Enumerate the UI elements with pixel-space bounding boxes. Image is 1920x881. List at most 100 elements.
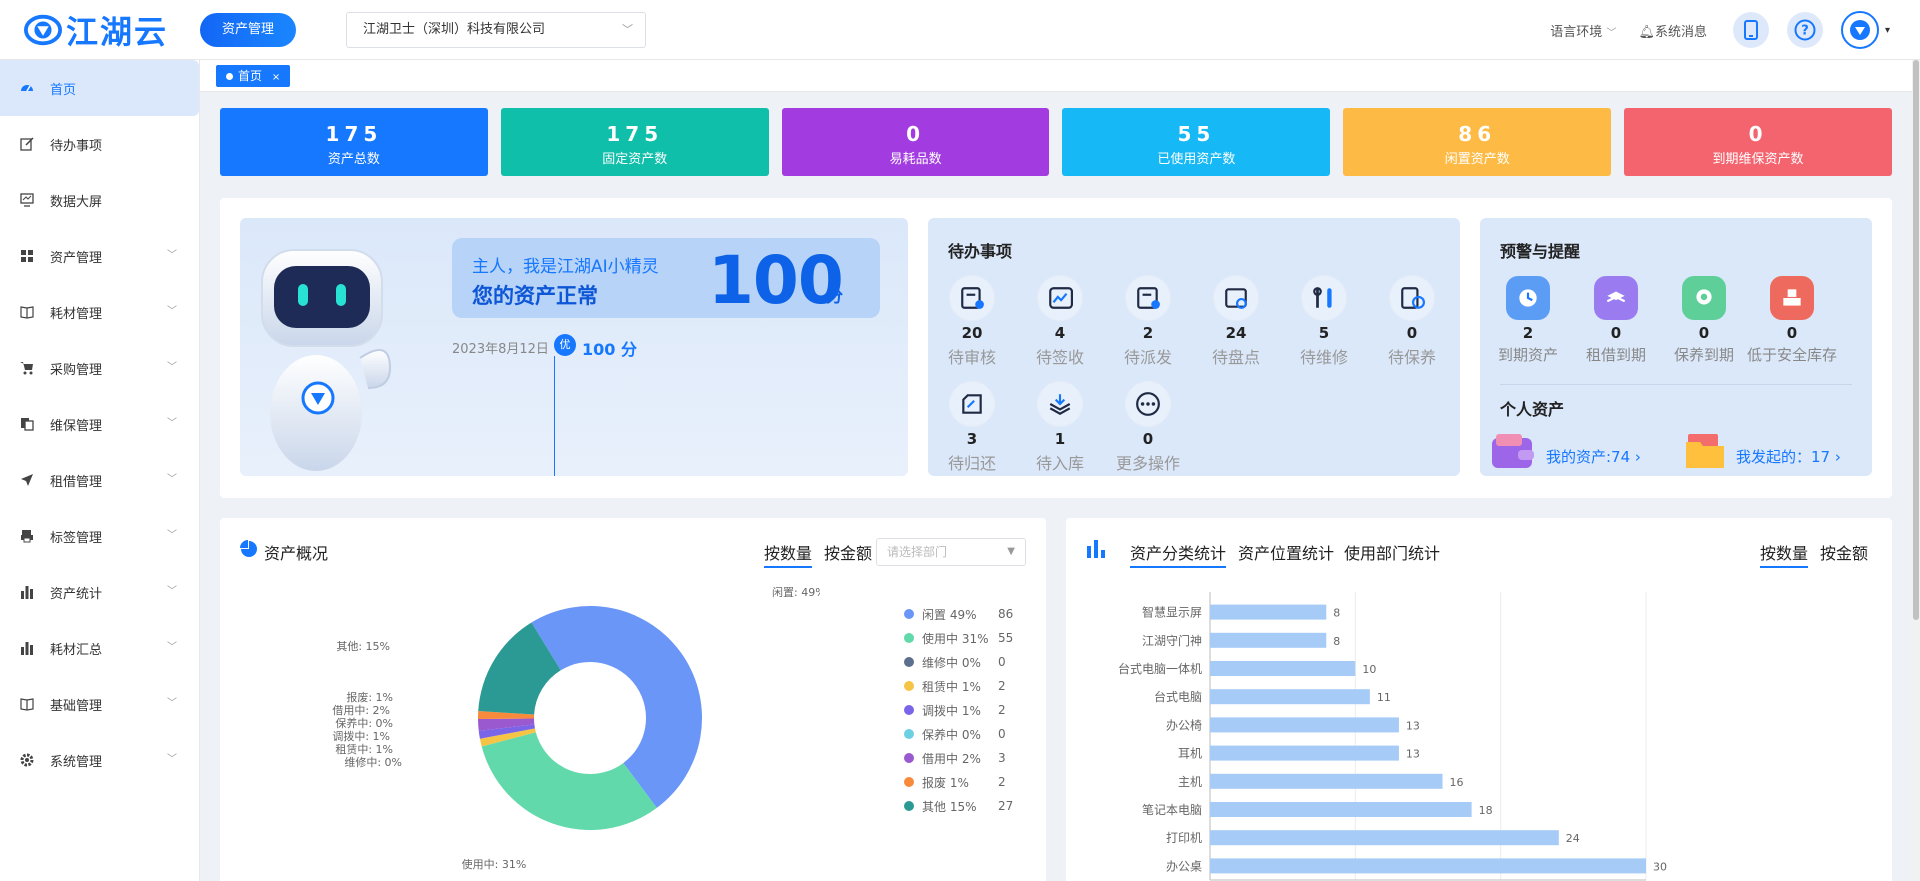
overview-by-count-label: 按数量: [764, 544, 813, 568]
language-select[interactable]: 语言环境 ﹀: [1550, 21, 1616, 40]
stats-by-amount-tab[interactable]: 按金额: [1820, 540, 1868, 564]
legend-item[interactable]: 其他 15% 27: [904, 794, 1013, 818]
legend-label: 其他 15%: [922, 799, 977, 814]
sign-icon: [1038, 276, 1082, 320]
todo-item[interactable]: 0 更多操作: [1116, 382, 1180, 474]
pie-chart-icon: [240, 540, 257, 557]
warning-item[interactable]: 2 到期资产: [1478, 276, 1578, 365]
stat-card[interactable]: 86 闲置资产数: [1343, 108, 1612, 176]
todo-item[interactable]: 1 待入库: [1028, 382, 1092, 474]
mobile-button[interactable]: [1732, 12, 1769, 48]
sidebar-item-3[interactable]: 资产管理 ﹀: [0, 228, 199, 284]
bar[interactable]: [1210, 802, 1472, 817]
legend-label: 租赁中 1%: [922, 679, 981, 694]
legend-item[interactable]: 维修中 0% 0: [904, 650, 1013, 674]
stat-card[interactable]: 0 易耗品数: [781, 108, 1050, 176]
my-started-link[interactable]: 我发起的：17 ›: [1736, 446, 1841, 467]
avatar[interactable]: [1840, 11, 1879, 49]
logo[interactable]: 江湖云: [24, 12, 168, 51]
sidebar-item-4[interactable]: 耗材管理 ﹀: [0, 284, 199, 340]
todo-item[interactable]: 3 待归还: [940, 382, 1004, 474]
bar[interactable]: [1210, 661, 1356, 676]
overview-by-count-tab[interactable]: 按数量: [764, 540, 813, 568]
legend-value: 2: [998, 703, 1006, 717]
module-switch-button[interactable]: 资产管理: [200, 13, 296, 47]
company-select[interactable]: 江湖卫士（深圳）科技有限公司 ﹀: [346, 12, 646, 48]
handshake-icon: [1594, 276, 1638, 320]
bar[interactable]: [1210, 689, 1370, 705]
tab-category-stats[interactable]: 资产分类统计: [1130, 540, 1227, 568]
sidebar-item-1[interactable]: 待办事项: [0, 116, 199, 172]
stat-card[interactable]: 55 已使用资产数: [1062, 108, 1331, 176]
sidebar-item-10[interactable]: 耗材汇总 ﹀: [0, 620, 199, 676]
bar[interactable]: [1210, 830, 1559, 846]
scrollbar-thumb[interactable]: [1913, 60, 1919, 620]
caret-down-icon[interactable]: ▾: [1885, 25, 1890, 36]
bar[interactable]: [1210, 604, 1327, 620]
help-button[interactable]: ?: [1786, 12, 1823, 48]
messages-link[interactable]: 🔔︎系统消息: [1638, 21, 1707, 40]
legend-item[interactable]: 报废 1% 2: [904, 770, 1013, 794]
stat-card[interactable]: 175 固定资产数: [500, 108, 769, 176]
pie-data-label: 租赁中: 1%: [335, 742, 393, 756]
todo-item[interactable]: 5 待维修: [1292, 276, 1356, 368]
legend-item[interactable]: 租赁中 1% 2: [904, 674, 1013, 698]
tab-department-stats[interactable]: 使用部门统计: [1344, 540, 1440, 564]
todo-item[interactable]: 0 待保养: [1380, 276, 1444, 368]
inventory-icon: [1214, 276, 1258, 320]
stat-card[interactable]: 0 到期维保资产数: [1624, 108, 1892, 176]
legend-swatch: [904, 657, 914, 667]
tab-home[interactable]: 首页 ×: [216, 65, 291, 87]
legend-value: 2: [998, 775, 1006, 789]
bar[interactable]: [1210, 632, 1327, 648]
sidebar-item-6[interactable]: 维保管理 ﹀: [0, 396, 199, 452]
bar[interactable]: [1210, 773, 1443, 789]
todo-item[interactable]: 20 待审核: [940, 276, 1004, 368]
warning-item[interactable]: 0 低于安全库存: [1742, 276, 1842, 365]
bar[interactable]: [1210, 858, 1646, 874]
y-category-label: 办公桌: [1166, 858, 1202, 873]
sidebar-item-2[interactable]: 数据大屏: [0, 172, 199, 228]
overview-by-amount-tab[interactable]: 按金额: [824, 540, 872, 564]
legend-item[interactable]: 保养中 0% 0: [904, 722, 1013, 746]
bar[interactable]: [1210, 745, 1399, 761]
sidebar-item-label: 待办事项: [50, 138, 103, 154]
sidebar-item-0[interactable]: 首页: [0, 60, 199, 116]
my-assets-link[interactable]: 我的资产:74 ›: [1546, 446, 1641, 467]
sidebar-item-8[interactable]: 标签管理 ﹀: [0, 508, 199, 564]
overview-title: 资产概况: [264, 544, 329, 563]
stat-card[interactable]: 175 资产总数: [220, 108, 488, 176]
legend-item[interactable]: 调拨中 1% 2: [904, 698, 1013, 722]
ai-score-unit: 分: [826, 287, 843, 307]
sidebar-item-12[interactable]: 系统管理 ﹀: [0, 732, 199, 788]
bar[interactable]: [1210, 717, 1399, 733]
sidebar-item-5[interactable]: 采购管理 ﹀: [0, 340, 199, 396]
todo-item[interactable]: 2 待派发: [1116, 276, 1180, 368]
pie-slice[interactable]: [481, 732, 657, 830]
chevron-down-icon: ﹀: [167, 698, 177, 709]
legend-item[interactable]: 借用中 2% 3: [904, 746, 1013, 770]
warning-label: 租借到期: [1585, 346, 1646, 364]
stats-by-count-tab[interactable]: 按数量: [1760, 540, 1809, 568]
close-icon[interactable]: ×: [272, 72, 280, 83]
sidebar-item-9[interactable]: 资产统计 ﹀: [0, 564, 199, 620]
sidebar-item-7[interactable]: 租借管理 ﹀: [0, 452, 199, 508]
tab-location-stats[interactable]: 资产位置统计: [1238, 540, 1334, 564]
scrollbar[interactable]: [1912, 60, 1920, 881]
department-select[interactable]: 请选择部门 ▼: [876, 538, 1026, 566]
department-placeholder: 请选择部门: [887, 545, 948, 559]
sidebar-item-11[interactable]: 基础管理 ﹀: [0, 676, 199, 732]
language-label: 语言环境: [1550, 24, 1603, 40]
todo-item[interactable]: 4 待签收: [1028, 276, 1092, 368]
robot-mascot-icon: [261, 249, 392, 471]
legend-item[interactable]: 闲置 49% 86: [904, 602, 1013, 626]
more-icon: [1126, 382, 1170, 426]
chevron-down-icon: ﹀: [1606, 27, 1617, 39]
legend-item[interactable]: 使用中 31% 55: [904, 626, 1013, 650]
warning-item[interactable]: 0 保养到期: [1654, 276, 1754, 365]
stat-value: 175: [606, 122, 664, 146]
warning-item[interactable]: 0 租借到期: [1566, 276, 1666, 365]
chevron-down-icon: ﹀: [622, 23, 633, 36]
todo-item[interactable]: 24 待盘点: [1204, 276, 1268, 368]
legend-label: 保养中 0%: [922, 727, 981, 742]
